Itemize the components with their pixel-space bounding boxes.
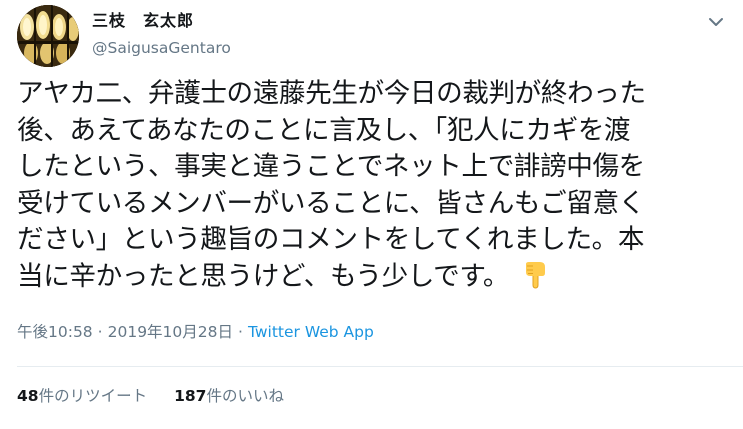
- tweet-text-line: 受けているメンバーがいることに、皆さんもご留意く: [17, 187, 645, 219]
- tweet-text-line: 当に辛かったと思うけど、もう少しです。: [17, 260, 510, 292]
- meta-separator: ·: [238, 323, 243, 341]
- tweet-text-line: 後、あえてあなたのことに言及し、「犯人にカギを渡: [17, 114, 631, 146]
- backhand-index-pointing-down-icon: [523, 261, 549, 300]
- lantern-avatar-image: [17, 5, 79, 67]
- tweet-card: 三枝 玄太郎 @SaigusaGentaro アヤカ二、弁護士の遠藤先生が今日の…: [0, 0, 743, 429]
- likes-label: 件のいいね: [206, 387, 284, 405]
- tweet-text-line: したという、事実と違うことでネット上で誹謗中傷を: [17, 151, 645, 182]
- tweet-text-line-last: 当に辛かったと思うけど、もう少しです。: [17, 259, 733, 300]
- tweet-source-link[interactable]: Twitter Web App: [248, 323, 374, 341]
- chevron-down-icon[interactable]: [706, 12, 726, 32]
- tweet-text: アヤカ二、弁護士の遠藤先生が今日の裁判が終わった 後、あえてあなたのことに言及し…: [17, 76, 733, 299]
- likes-stat[interactable]: 187件のいいね: [174, 387, 284, 405]
- tweet-time[interactable]: 午後10:58: [17, 323, 93, 341]
- display-name[interactable]: 三枝 玄太郎: [92, 10, 231, 32]
- user-handle[interactable]: @SaigusaGentaro: [92, 37, 231, 59]
- avatar[interactable]: [17, 5, 79, 67]
- divider: [17, 366, 743, 367]
- retweets-stat[interactable]: 48件のリツイート: [17, 387, 147, 405]
- tweet-date[interactable]: 2019年10月28日: [108, 323, 233, 341]
- retweets-label: 件のリツイート: [38, 387, 148, 405]
- retweets-count: 48: [17, 387, 39, 405]
- tweet-text-line: アヤカ二、弁護士の遠藤先生が今日の裁判が終わった: [17, 78, 646, 109]
- meta-separator: ·: [97, 323, 103, 341]
- likes-count: 187: [174, 387, 207, 405]
- author-block[interactable]: 三枝 玄太郎 @SaigusaGentaro: [92, 10, 231, 59]
- tweet-meta: 午後10:58 · 2019年10月28日 · Twitter Web App: [17, 321, 374, 343]
- tweet-stats: 48件のリツイート 187件のいいね: [17, 385, 284, 407]
- tweet-text-line: ださい」という趣旨のコメントをしてくれました。本: [17, 224, 645, 255]
